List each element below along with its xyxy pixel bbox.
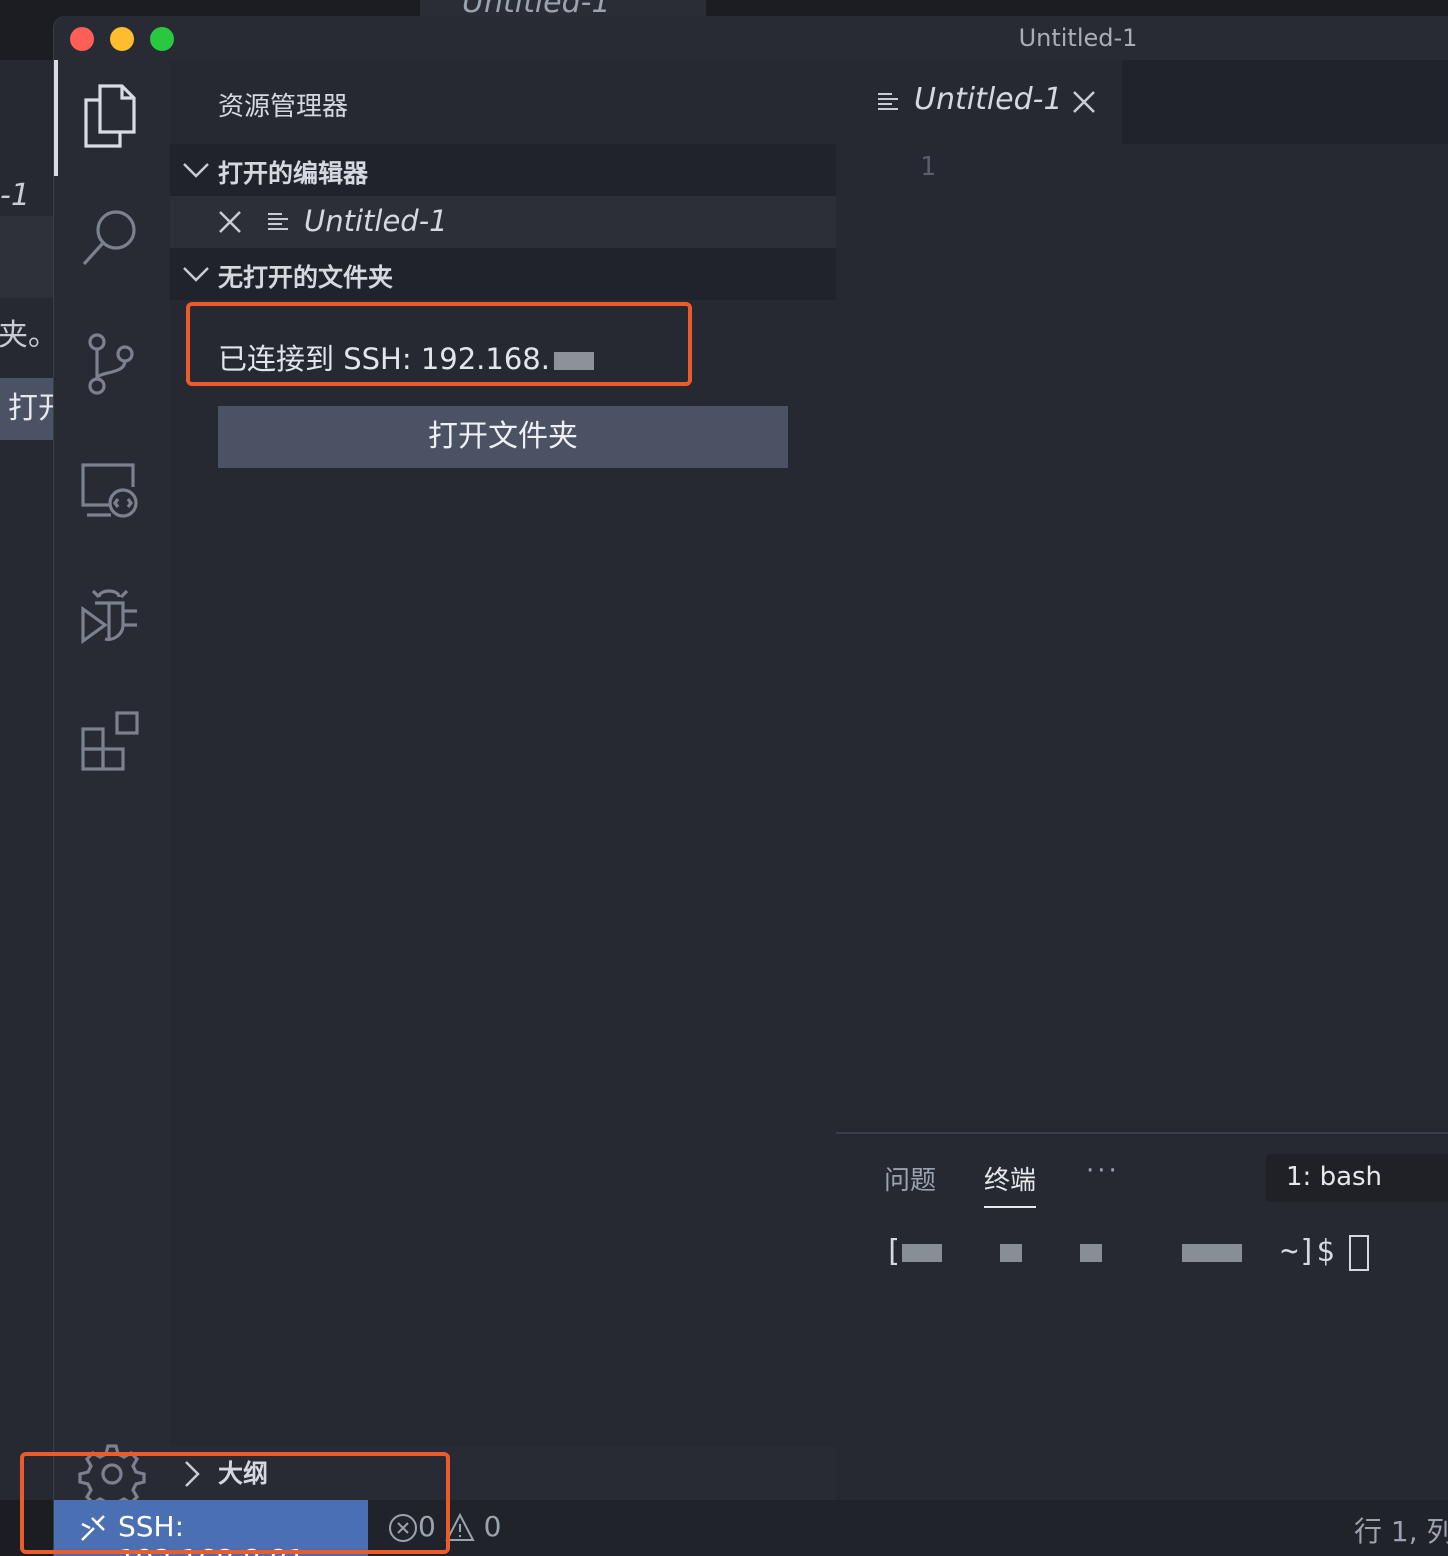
background-band [0, 216, 54, 298]
close-icon[interactable] [218, 210, 242, 234]
section-label: 打开的编辑器 [218, 159, 369, 188]
open-folder-button[interactable]: 打开文件夹 [218, 406, 788, 468]
background-text: 夹。 [0, 318, 58, 353]
title-bar: Untitled-1 [54, 16, 1448, 60]
active-indicator [54, 60, 58, 176]
chevron-down-icon [183, 163, 209, 178]
redacted-mask [1080, 1243, 1103, 1262]
background-tab: Untitled-1 [420, 0, 706, 16]
activity-bar [54, 60, 170, 1512]
warning-count: 0 [483, 1510, 502, 1543]
active-tab-underline [984, 1206, 1036, 1208]
chevron-down-icon [183, 267, 209, 282]
prompt-bracket: [ [884, 1234, 903, 1269]
debug-icon[interactable] [74, 578, 146, 650]
terminal-select-value: 1: bash [1286, 1162, 1383, 1192]
open-editors-section[interactable]: 打开的编辑器 [170, 144, 836, 196]
bottom-panel: 问题 终端 ··· 1: bash [ ~]$ [836, 1132, 1448, 1502]
sidebar-body: 已连接到 SSH: 192.168. 打开文件夹 [170, 300, 836, 1446]
editor-tabs: Untitled-1 [836, 60, 1448, 144]
annotation-box [20, 1452, 450, 1554]
file-lines-icon [878, 93, 898, 110]
line-number: 1 [920, 152, 936, 182]
cursor-position[interactable]: 行 1, 列 [1354, 1510, 1448, 1550]
terminal-cursor [1348, 1234, 1369, 1271]
section-label: 无打开的文件夹 [218, 263, 394, 292]
explorer-sidebar: 资源管理器 打开的编辑器 Untitled-1 无打开的文件夹 已连接到 SSH… [170, 60, 836, 1446]
redacted-mask [1182, 1243, 1243, 1262]
editor-area[interactable]: Untitled-1 1 [836, 60, 1448, 1132]
editor-tab[interactable]: Untitled-1 [836, 60, 1122, 144]
file-lines-icon [268, 213, 288, 230]
background-text: -1 [0, 178, 30, 213]
remote-explorer-icon[interactable] [74, 454, 146, 526]
more-actions-icon[interactable]: ··· [1086, 1156, 1120, 1186]
close-icon[interactable] [1072, 90, 1096, 114]
prompt-end: ~]$ [1280, 1234, 1335, 1269]
source-control-icon[interactable] [74, 328, 146, 400]
files-icon[interactable] [74, 80, 146, 152]
editor-tab-label: Untitled-1 [914, 82, 1063, 117]
terminal-prompt[interactable]: [ ~]$ [884, 1234, 1369, 1271]
open-editor-item[interactable]: Untitled-1 [170, 196, 836, 248]
extensions-icon[interactable] [74, 704, 146, 776]
tab-terminal[interactable]: 终端 [984, 1160, 1036, 1197]
vscode-window: Untitled-1 资源管理器 打开的编辑器 Untitled-1 无打开的文… [54, 16, 1448, 1556]
terminal-select[interactable]: 1: bash [1266, 1154, 1448, 1202]
redacted-mask [1000, 1243, 1023, 1262]
search-icon[interactable] [74, 202, 146, 274]
tab-problems[interactable]: 问题 [884, 1160, 936, 1197]
no-folder-section[interactable]: 无打开的文件夹 [170, 248, 836, 300]
sidebar-title: 资源管理器 [218, 92, 349, 122]
background-window-edge: -1 夹。 打开 [0, 60, 58, 1500]
background-button: 打开 [0, 378, 54, 440]
window-title: Untitled-1 [1018, 24, 1138, 52]
redacted-mask [902, 1243, 943, 1262]
open-editor-name: Untitled-1 [304, 204, 448, 238]
sidebar-header: 资源管理器 [170, 60, 836, 144]
annotation-box [186, 302, 692, 386]
